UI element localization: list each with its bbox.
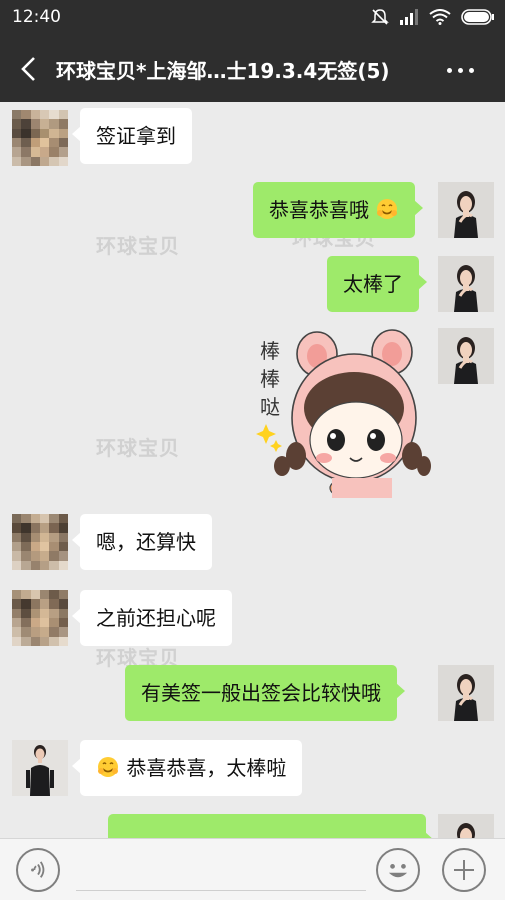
message-text: 有美签一般出签会比较快哦 <box>141 681 381 705</box>
watermark: 环球宝贝 <box>96 436 180 460</box>
chevron-left-icon[interactable] <box>16 54 44 84</box>
avatar[interactable] <box>438 182 494 238</box>
sticker-text: 棒 <box>260 367 280 391</box>
sticker-text: 哒 <box>260 395 280 419</box>
chat-title: 环球宝贝*上海邹…士19.3.4无签(5) <box>56 59 390 83</box>
avatar[interactable] <box>12 590 68 646</box>
signal-icon <box>400 9 418 25</box>
message-input[interactable] <box>76 851 366 891</box>
pixelated-avatar-icon <box>12 590 68 646</box>
message-bubble-outgoing[interactable]: 太棒了 <box>327 256 427 312</box>
avatar[interactable] <box>438 665 494 721</box>
message-bubble-incoming[interactable]: 恭喜恭喜，太棒啦 <box>71 740 303 796</box>
more-dots-icon[interactable] <box>447 60 479 80</box>
input-bar <box>0 838 505 900</box>
message-text: 签证拿到 <box>96 124 176 148</box>
message-bubble-outgoing[interactable]: 有美签一般出签会比较快哦 <box>125 665 405 721</box>
message-text: 太棒了 <box>343 272 403 296</box>
message-list[interactable]: 环球宝贝 环球宝贝 环球宝贝 环球宝贝 环球宝贝 签证拿到 恭喜恭喜哦 <box>0 102 505 838</box>
avatar[interactable] <box>438 256 494 312</box>
message-bubble-incoming[interactable]: 嗯，还算快 <box>72 514 212 570</box>
message-bubble-outgoing[interactable]: 恭喜恭喜哦 <box>253 182 424 238</box>
avatar[interactable] <box>438 328 494 384</box>
woman-photo-avatar <box>438 328 494 384</box>
watermark: 环球宝贝 <box>96 234 180 258</box>
battery-icon <box>461 9 494 25</box>
plus-icon[interactable] <box>442 848 486 892</box>
status-icons <box>371 8 495 26</box>
message-bubble-incoming[interactable]: 签证拿到 <box>72 108 192 164</box>
woman-photo-avatar <box>438 182 494 238</box>
chat-header: 环球宝贝*上海邹…士19.3.4无签(5) <box>0 36 505 102</box>
avatar[interactable] <box>12 740 68 796</box>
sticker-text: 棒 <box>260 339 280 363</box>
cartoon-girl-sticker[interactable]: 棒 棒 哒 <box>252 328 432 498</box>
woman-photo-avatar <box>438 256 494 312</box>
celebrate-emoji-icon <box>377 199 398 219</box>
avatar[interactable] <box>12 514 68 570</box>
pixelated-avatar-icon <box>12 110 68 166</box>
message-bubble-incoming[interactable]: 之前还担心呢 <box>72 590 232 646</box>
message-text: 恭喜恭喜哦 <box>269 198 369 222</box>
message-text: 嗯，还算快 <box>96 530 196 554</box>
message-text: 恭喜恭喜，太棒啦 <box>126 756 287 780</box>
pixelated-avatar-icon <box>12 514 68 570</box>
mute-icon <box>371 9 389 25</box>
avatar[interactable] <box>438 814 494 838</box>
smiley-icon[interactable] <box>376 848 420 892</box>
voice-icon[interactable] <box>16 848 60 892</box>
message-text: 之前还担心呢 <box>96 606 216 630</box>
status-bar: 12:40 <box>0 0 505 36</box>
avatar[interactable] <box>12 110 68 166</box>
wifi-icon <box>429 9 451 25</box>
woman-standing-avatar <box>12 740 68 796</box>
message-bubble-outgoing[interactable] <box>108 814 434 838</box>
celebrate-emoji-icon <box>98 757 118 777</box>
woman-photo-avatar <box>438 665 494 721</box>
woman-photo-avatar <box>438 814 494 838</box>
status-time: 12:40 <box>12 7 61 27</box>
